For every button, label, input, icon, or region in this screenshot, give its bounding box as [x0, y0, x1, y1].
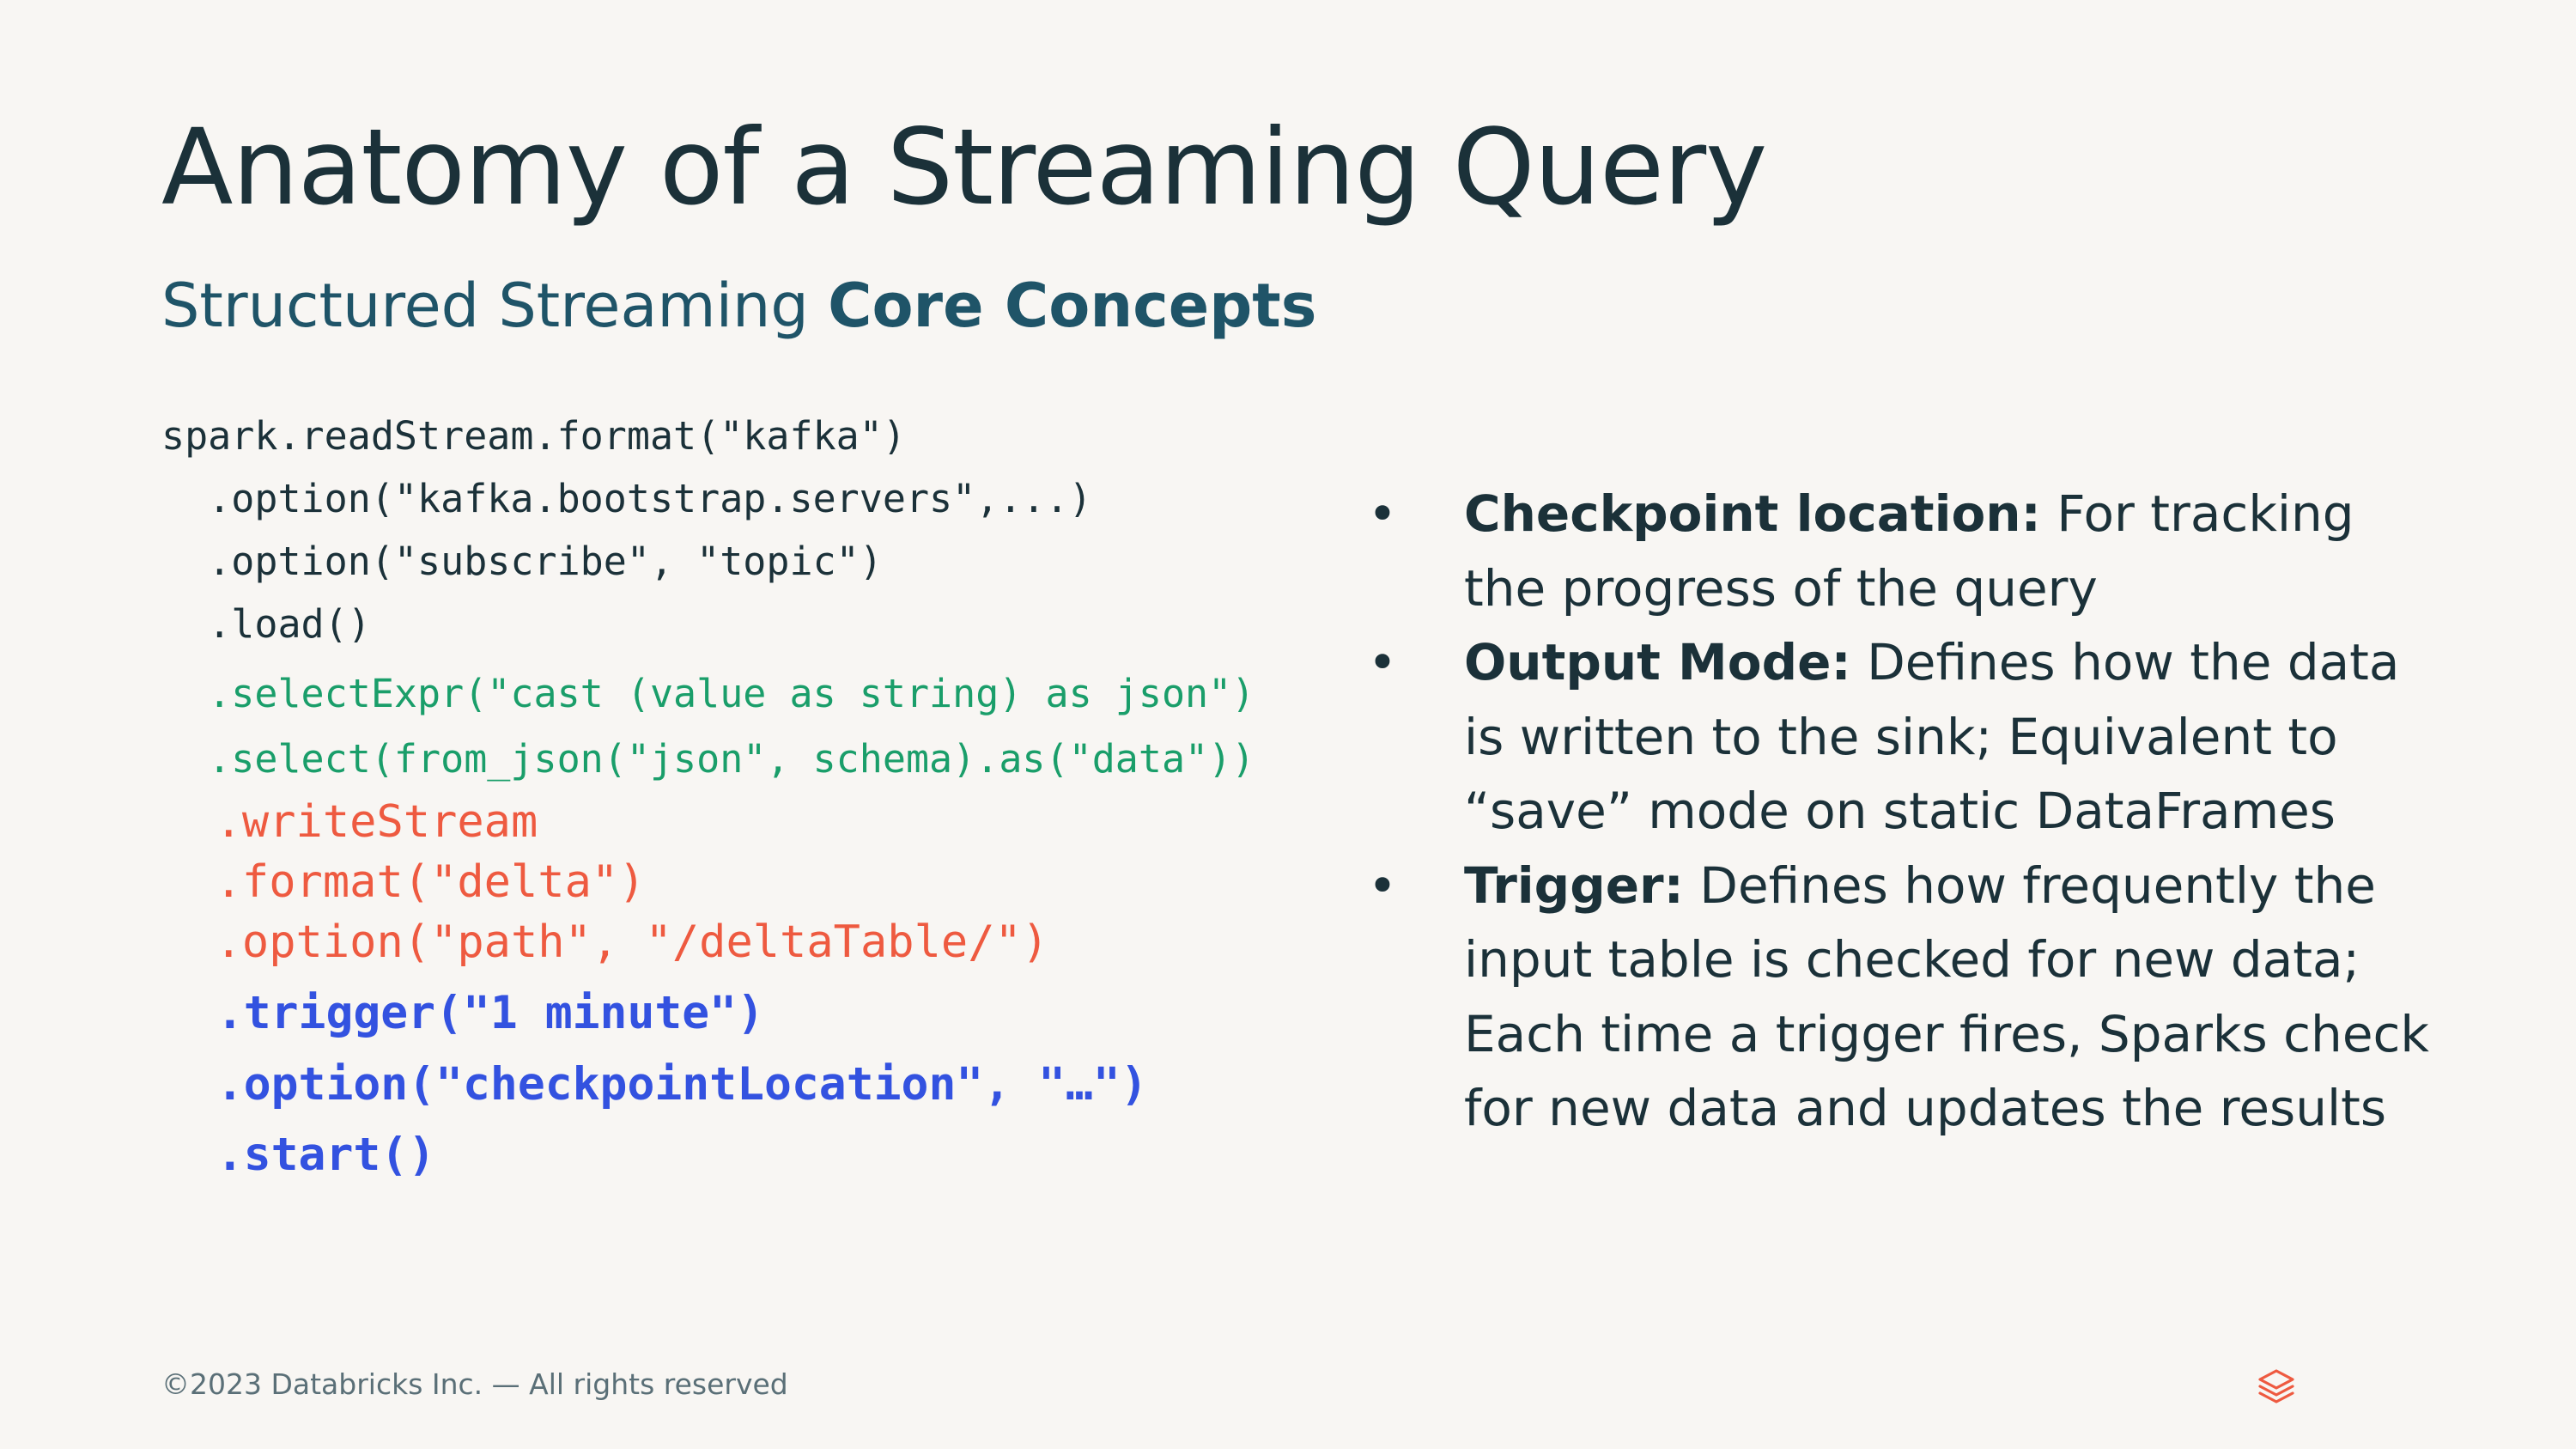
slide-subtitle: Structured Streaming Core Concepts — [161, 266, 1316, 345]
code-line-writestream: .writeStream — [161, 796, 538, 848]
bullet-checkpoint-location: • Checkpoint location: For tracking the p… — [1365, 477, 2439, 625]
bullet-marker: • — [1367, 855, 1398, 915]
code-line-subscribe: .option("subscribe", "topic") — [161, 539, 883, 584]
code-line-start: .start() — [161, 1129, 436, 1181]
code-line-trigger: .trigger("1 minute") — [161, 987, 764, 1039]
code-line-selectexpr: .selectExpr("cast (value as string) as j… — [161, 671, 1255, 716]
bullet-term: Checkpoint location: — [1464, 484, 2041, 543]
code-line-bootstrap: .option("kafka.bootstrap.servers",...) — [161, 476, 1092, 521]
bullet-marker: • — [1367, 484, 1398, 543]
bullet-trigger: • Trigger: Defines how frequently the inp… — [1365, 849, 2439, 1146]
concepts-list: • Checkpoint location: For tracking the p… — [1365, 477, 2439, 1146]
slide-title: Anatomy of a Streaming Query — [161, 107, 1767, 228]
footer-copyright: ©2023 Databricks Inc. — All rights reser… — [161, 1367, 788, 1401]
bullet-output-mode: • Output Mode: Defines how the data is wr… — [1365, 625, 2439, 849]
bullet-term: Trigger: — [1464, 855, 1684, 915]
code-line-load: .load() — [161, 601, 371, 647]
code-line-readstream: spark.readStream.format("kafka") — [161, 413, 906, 459]
code-line-format-delta: .format("delta") — [161, 856, 646, 908]
subtitle-bold: Core Concepts — [828, 271, 1317, 341]
bullet-marker: • — [1367, 633, 1398, 691]
code-line-checkpoint: .option("checkpointLocation", "…") — [161, 1058, 1148, 1111]
code-line-option-path: .option("path", "/deltaTable/") — [161, 916, 1049, 968]
code-block: spark.readStream.format("kafka") .option… — [161, 413, 1364, 1178]
databricks-logo-icon — [2258, 1369, 2294, 1403]
code-line-select: .select(from_json("json", schema).as("da… — [161, 736, 1255, 782]
subtitle-regular: Structured Streaming — [161, 271, 829, 341]
bullet-term: Output Mode: — [1464, 633, 1851, 691]
